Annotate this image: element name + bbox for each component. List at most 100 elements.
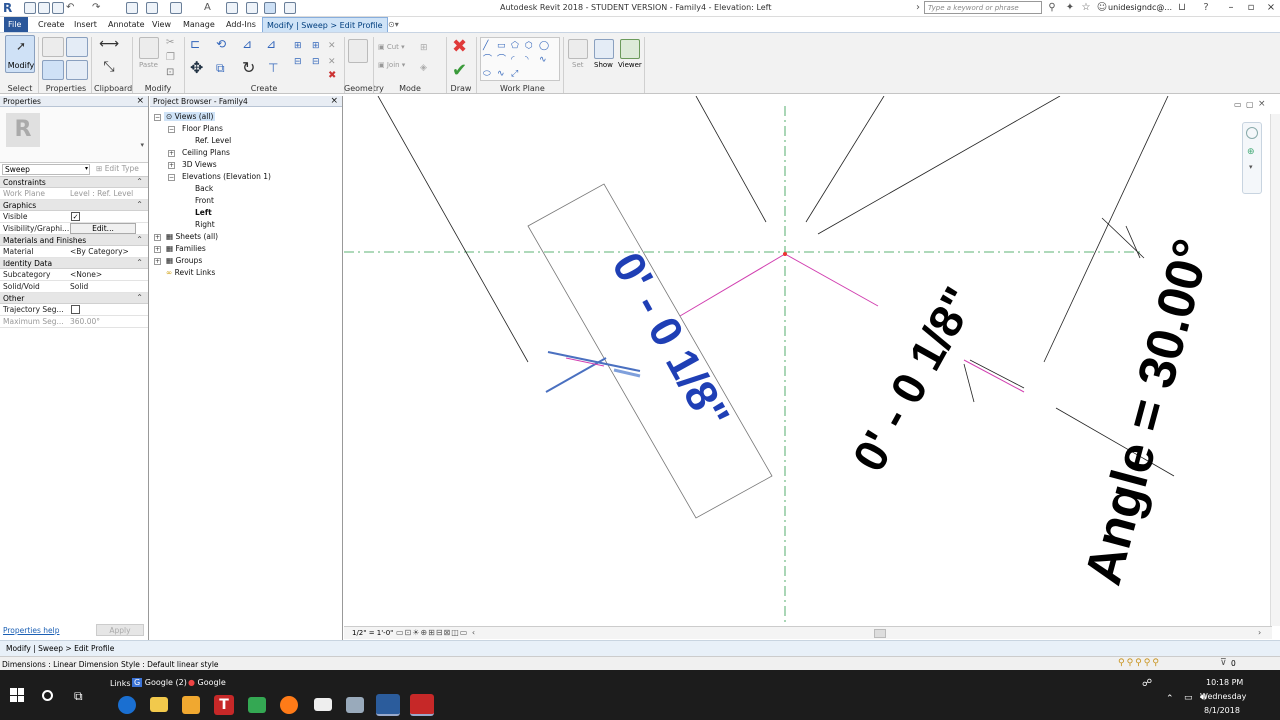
family-types-button[interactable] — [42, 60, 64, 80]
zoom-dropdown-icon[interactable]: ▾ — [1249, 163, 1253, 171]
google-item[interactable]: ● Google — [188, 678, 226, 687]
move-icon[interactable]: ✥ — [190, 60, 203, 76]
tree-sheets[interactable]: ▦ Sheets (all) — [166, 232, 218, 241]
prop-solid-void[interactable]: Solid/Void Solid — [0, 281, 148, 293]
expand-toggle[interactable]: + — [154, 234, 161, 241]
sweep-edge-line[interactable] — [1125, 225, 1141, 259]
profile-sketch-line[interactable] — [963, 359, 1025, 393]
task-view-icon[interactable]: ⧉ — [74, 689, 83, 704]
open-icon[interactable] — [24, 2, 36, 14]
group-select[interactable]: Select — [2, 84, 38, 94]
sync-icon[interactable] — [52, 2, 64, 14]
unpin-2-icon[interactable]: ✕ — [328, 55, 336, 69]
edge-icon[interactable] — [118, 696, 136, 714]
favorites-icon[interactable]: ☆ — [1080, 2, 1092, 14]
tree-back[interactable]: Back — [195, 184, 213, 193]
modify-button[interactable]: ➚ Modify — [5, 35, 35, 73]
expand-toggle[interactable]: + — [168, 162, 175, 169]
close-icon[interactable]: × — [330, 96, 338, 106]
sweep-edge-line[interactable] — [695, 96, 767, 223]
join-geometry-button[interactable]: ▣ Join ▾ — [378, 61, 405, 69]
copy-icon[interactable]: ❐ — [166, 51, 175, 65]
sweep-edge-line[interactable] — [969, 359, 1025, 389]
sweep-edge-line[interactable] — [377, 96, 529, 363]
tree-right[interactable]: Right — [195, 220, 215, 229]
edit-type-button[interactable]: ⊞ Edit Type — [96, 164, 139, 173]
family-category-button[interactable] — [66, 60, 88, 80]
paint-icon[interactable]: ◈ — [420, 61, 427, 75]
view-restore-icon[interactable]: ▭ — [1234, 100, 1242, 109]
firefox-icon[interactable] — [280, 696, 298, 714]
collapse-toggle[interactable]: − — [168, 126, 175, 133]
group-measure[interactable]: Clipboard — [94, 84, 132, 94]
network-icon[interactable]: ▭ — [1184, 693, 1193, 703]
t-app-icon[interactable]: T — [214, 695, 234, 715]
pin-icon[interactable]: ⊞ — [312, 39, 320, 53]
revit-logo-icon[interactable]: R — [3, 1, 15, 15]
windows-start-icon[interactable] — [10, 688, 24, 702]
print-icon[interactable] — [126, 2, 138, 14]
view-scale[interactable]: 1/2" = 1'-0" — [352, 629, 393, 637]
tab-add-ins[interactable]: Add-Ins — [222, 17, 260, 32]
scroll-right-icon[interactable]: › — [1258, 628, 1261, 637]
category-materials[interactable]: Materials and Finishes ⌃ — [0, 235, 148, 246]
cut-geometry-button[interactable]: ▣ Cut ▾ — [378, 43, 405, 51]
tree-ceiling-plans[interactable]: Ceiling Plans — [182, 148, 230, 157]
tab-insert[interactable]: Insert — [70, 17, 101, 32]
view-control-icons[interactable]: ▭⊡☀⊕⊞⊟⊠◫▭ ‹ — [396, 628, 476, 637]
rotate-icon[interactable]: ↻ — [242, 60, 255, 76]
array-icon[interactable]: ⊟ — [294, 55, 302, 69]
drive-icon[interactable] — [248, 697, 266, 713]
circumscribed-polygon-icon[interactable]: ⬡ — [525, 39, 533, 53]
app-icon[interactable] — [346, 697, 364, 713]
prop-subcategory[interactable]: Subcategory <None> — [0, 269, 148, 281]
prop-material[interactable]: Material <By Category> — [0, 246, 148, 258]
drawing-canvas[interactable]: 0' - 0 1/8" 0' - 0 1/8" Angle = 30.00° ▭… — [344, 96, 1272, 626]
center-arc-icon[interactable]: ◜ — [511, 53, 515, 67]
create-similar-button[interactable] — [348, 39, 368, 63]
dimension-witness-line[interactable] — [547, 351, 641, 372]
tree-3d-views[interactable]: 3D Views — [182, 160, 217, 169]
tree-groups[interactable]: ▦ Groups — [166, 256, 202, 265]
category-identity[interactable]: Identity Data ⌃ — [0, 258, 148, 269]
start-end-arc-icon[interactable]: ⌒ — [497, 53, 506, 67]
mirror-axis-icon[interactable]: ⊿ — [242, 37, 252, 51]
split-icon[interactable]: ⊞ — [294, 39, 302, 53]
arc-tool-icon[interactable]: ⌒ — [483, 53, 492, 67]
visible-checkbox[interactable]: ✓ — [71, 212, 80, 221]
tab-manage[interactable]: Manage — [179, 17, 219, 32]
steering-wheel-icon[interactable] — [1246, 127, 1258, 139]
line-tool-icon[interactable]: ╱ — [483, 39, 488, 53]
subscription-icon[interactable]: ✦ — [1064, 2, 1076, 14]
search-dropdown-icon[interactable]: › — [912, 2, 924, 14]
help-icon[interactable]: ? — [1200, 2, 1212, 14]
mirror-draw-icon[interactable]: ⊿ — [266, 37, 276, 51]
close-button[interactable]: × — [1262, 1, 1280, 15]
dimension-witness-line[interactable] — [545, 357, 607, 393]
cortana-icon[interactable] — [42, 690, 53, 701]
measure-icon[interactable]: ⟷ — [96, 37, 122, 51]
section-icon[interactable] — [246, 2, 258, 14]
revit-taskbar-icon[interactable] — [376, 694, 400, 716]
text-icon[interactable]: A — [204, 2, 216, 14]
tray-chevron-icon[interactable]: ⌃ — [1166, 694, 1174, 704]
tree-floor-plans[interactable]: Floor Plans — [182, 124, 223, 133]
measure-icon[interactable] — [146, 2, 158, 14]
offset-icon[interactable]: ⟲ — [216, 37, 226, 51]
maximize-button[interactable]: ▫ — [1242, 1, 1260, 15]
category-other[interactable]: Other ⌃ — [0, 293, 148, 304]
tree-revit-links[interactable]: ∞ Revit Links — [166, 268, 215, 277]
dimension-icon[interactable]: ⤡ — [96, 60, 122, 74]
tree-ref-level[interactable]: Ref. Level — [195, 136, 231, 145]
wall-joins-icon[interactable]: ⊞ — [420, 41, 428, 55]
view-close-icon[interactable]: × — [1258, 99, 1266, 109]
ribbon-toggle-icon[interactable]: ⊙▾ — [384, 17, 403, 32]
user-name[interactable]: unidesigndc@... — [1108, 3, 1172, 12]
tangent-arc-icon[interactable]: ◝ — [525, 53, 529, 67]
trajectory-checkbox[interactable] — [71, 305, 80, 314]
show-work-plane-button[interactable] — [594, 39, 614, 59]
circle-tool-icon[interactable]: ◯ — [539, 39, 549, 53]
scale-icon[interactable]: ⊟ — [312, 55, 320, 69]
redo-icon[interactable]: ↷ — [92, 2, 104, 14]
tree-front[interactable]: Front — [195, 196, 214, 205]
